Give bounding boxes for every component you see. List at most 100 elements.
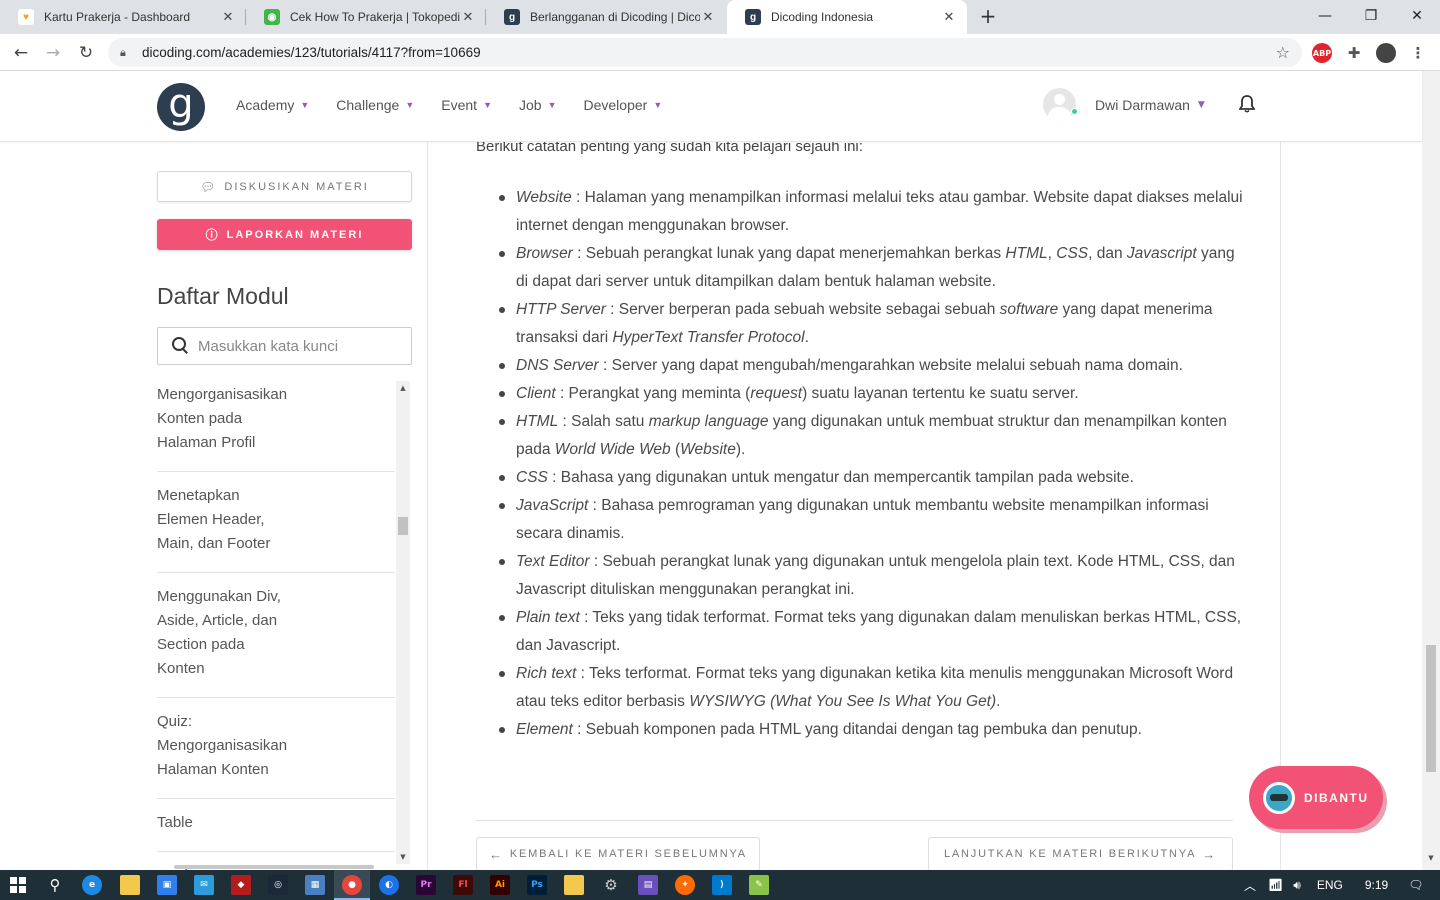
settings-gear-icon[interactable]: ⚙: [601, 875, 621, 895]
photoshop-icon[interactable]: Ps: [527, 875, 547, 895]
scroll-up-arrow-icon[interactable]: ▲: [396, 381, 410, 395]
horizontal-scrollbar-thumb[interactable]: [174, 865, 374, 869]
clock[interactable]: 9:19: [1365, 878, 1388, 892]
button-label: LAPORKAN MATERI: [226, 228, 364, 241]
bookmark-star-icon[interactable]: ☆: [1276, 43, 1290, 62]
edge-browser-icon[interactable]: e: [82, 875, 102, 895]
illustrator-icon[interactable]: Ai: [490, 875, 510, 895]
volume-icon[interactable]: 🔊︎: [1293, 878, 1301, 893]
module-list-scrollbar[interactable]: ▲ ▼: [396, 381, 410, 864]
image-app-icon[interactable]: ▤: [638, 875, 658, 895]
notepad-icon[interactable]: ✎: [749, 875, 769, 895]
new-tab-button[interactable]: +: [976, 5, 1000, 29]
url-bar[interactable]: 🔒︎ dicoding.com/academies/123/tutorials/…: [108, 38, 1302, 67]
arrow-left-icon: ←: [489, 846, 504, 862]
module-search-box[interactable]: [157, 327, 412, 365]
module-item[interactable]: Menetapkan Elemen Header, Main, dan Foot…: [157, 472, 395, 573]
notification-center-icon[interactable]: 🗨︎: [1408, 878, 1423, 892]
profile-avatar-icon[interactable]: [1376, 43, 1396, 63]
next-material-button[interactable]: LANJUTKAN KE MATERI BERIKUTNYA →: [928, 837, 1233, 871]
close-window-icon[interactable]: ✕: [1394, 0, 1440, 32]
address-toolbar: ← → ↻ 🔒︎ dicoding.com/academies/123/tuto…: [0, 34, 1440, 71]
user-menu[interactable]: Dwi Darmawan ▼: [1043, 88, 1205, 121]
chevron-down-icon: ▼: [300, 100, 310, 110]
search-icon: [172, 337, 190, 355]
blue-app-icon[interactable]: ◐: [379, 875, 399, 895]
help-chat-button[interactable]: DIBANTU: [1249, 766, 1383, 829]
dicoding-logo[interactable]: g: [157, 83, 205, 131]
file-explorer-icon[interactable]: [120, 875, 140, 895]
list-item: Website : Halaman yang menampilkan infor…: [476, 184, 1246, 240]
discuss-material-button[interactable]: 💬︎ DISKUSIKAN MATERI: [157, 171, 412, 202]
content-divider: [476, 820, 1233, 821]
tab-kartu-prakerja[interactable]: ♥ Kartu Prakerja - Dashboard ✕: [0, 0, 246, 34]
vscode-icon[interactable]: ⟩: [712, 875, 732, 895]
premiere-pro-icon[interactable]: Pr: [416, 875, 436, 895]
menu-challenge[interactable]: Challenge ▼: [336, 97, 414, 113]
menu-event[interactable]: Event ▼: [441, 97, 492, 113]
avatar: [1043, 88, 1076, 121]
reload-icon[interactable]: ↻: [73, 40, 99, 66]
tab-title: Cek How To Prakerja | Tokopedia: [290, 10, 460, 24]
orange-app-icon[interactable]: ✦: [675, 875, 695, 895]
chevron-down-icon: ▼: [547, 100, 557, 110]
list-item: HTML : Salah satu markup language yang d…: [476, 408, 1246, 464]
menu-label: Event: [441, 97, 478, 113]
steam-icon[interactable]: ◎: [268, 875, 288, 895]
notification-bell-icon[interactable]: [1238, 95, 1256, 118]
scroll-down-arrow-icon[interactable]: ▼: [1422, 854, 1440, 868]
close-tab-icon[interactable]: ✕: [220, 9, 236, 25]
forward-arrow-icon[interactable]: →: [40, 40, 66, 66]
scrollbar-thumb[interactable]: [398, 517, 408, 535]
list-item: Rich text : Teks terformat. Format teks …: [476, 660, 1246, 716]
list-item: JavaScript : Bahasa pemrograman yang dig…: [476, 492, 1246, 548]
tab-berlangganan-dicoding[interactable]: g Berlangganan di Dicoding | Dicoding ✕: [486, 0, 726, 34]
chat-bubble-icon: 💬︎: [200, 179, 218, 194]
tab-tokopedia[interactable]: ◉ Cek How To Prakerja | Tokopedia ✕: [246, 0, 486, 34]
module-item[interactable]: Table: [157, 799, 395, 852]
close-tab-icon[interactable]: ✕: [700, 9, 716, 25]
module-item[interactable]: Mengorganisasikan Konten pada Halaman Pr…: [157, 381, 395, 472]
back-arrow-icon[interactable]: ←: [8, 40, 34, 66]
game-app-icon[interactable]: ◆: [231, 875, 251, 895]
tab-title: Berlangganan di Dicoding | Dicoding: [530, 10, 700, 24]
chevron-down-icon: ▼: [405, 100, 415, 110]
browser-menu-icon[interactable]: ⋮: [1408, 43, 1428, 63]
language-indicator[interactable]: ENG: [1317, 878, 1343, 892]
windows-start-icon[interactable]: [8, 875, 28, 895]
menu-job[interactable]: Job ▼: [519, 97, 557, 113]
adblock-extension-icon[interactable]: ABP: [1312, 43, 1332, 63]
menu-academy[interactable]: Academy ▼: [236, 97, 309, 113]
menu-label: Academy: [236, 97, 295, 113]
scroll-down-arrow-icon[interactable]: ▼: [396, 850, 410, 864]
previous-material-button[interactable]: ← KEMBALI KE MATERI SEBELUMNYA: [476, 837, 760, 871]
maximize-icon[interactable]: ❐: [1348, 0, 1394, 32]
module-search-input[interactable]: [198, 337, 398, 355]
close-tab-icon[interactable]: ✕: [460, 9, 476, 25]
store-icon[interactable]: ▣: [157, 875, 177, 895]
minimize-icon[interactable]: —: [1302, 0, 1348, 32]
chevron-up-icon[interactable]: ︿: [1244, 877, 1256, 894]
list-item: Browser : Sebuah perangkat lunak yang da…: [476, 240, 1246, 296]
scrollbar-thumb[interactable]: [1426, 645, 1436, 772]
flash-icon[interactable]: Fl: [453, 875, 473, 895]
notes-app-icon[interactable]: [564, 875, 584, 895]
vpn-app-icon[interactable]: ▦: [305, 875, 325, 895]
menu-label: Job: [519, 97, 542, 113]
module-item[interactable]: Quiz: Mengorganisasikan Halaman Konten: [157, 698, 395, 799]
url-text[interactable]: dicoding.com/academies/123/tutorials/411…: [142, 45, 481, 60]
extensions-puzzle-icon[interactable]: ✚: [1344, 43, 1364, 63]
chrome-browser-icon[interactable]: ●: [342, 875, 362, 895]
page-scrollbar[interactable]: ▼: [1422, 71, 1440, 870]
mail-icon[interactable]: ✉: [194, 875, 214, 895]
chevron-down-icon: ▼: [1197, 99, 1205, 110]
module-item[interactable]: Menggunakan Div, Aside, Article, dan Sec…: [157, 573, 395, 698]
search-icon[interactable]: ⚲: [45, 875, 65, 895]
dicoding-favicon-icon: g: [745, 9, 761, 25]
list-item: Element : Sebuah komponen pada HTML yang…: [476, 716, 1246, 744]
close-tab-icon[interactable]: ✕: [941, 9, 957, 25]
report-material-button[interactable]: ⓘ LAPORKAN MATERI: [157, 219, 412, 250]
wifi-icon[interactable]: 📶︎: [1268, 878, 1283, 892]
menu-developer[interactable]: Developer ▼: [584, 97, 663, 113]
tab-dicoding-indonesia[interactable]: g Dicoding Indonesia ✕: [727, 0, 967, 34]
